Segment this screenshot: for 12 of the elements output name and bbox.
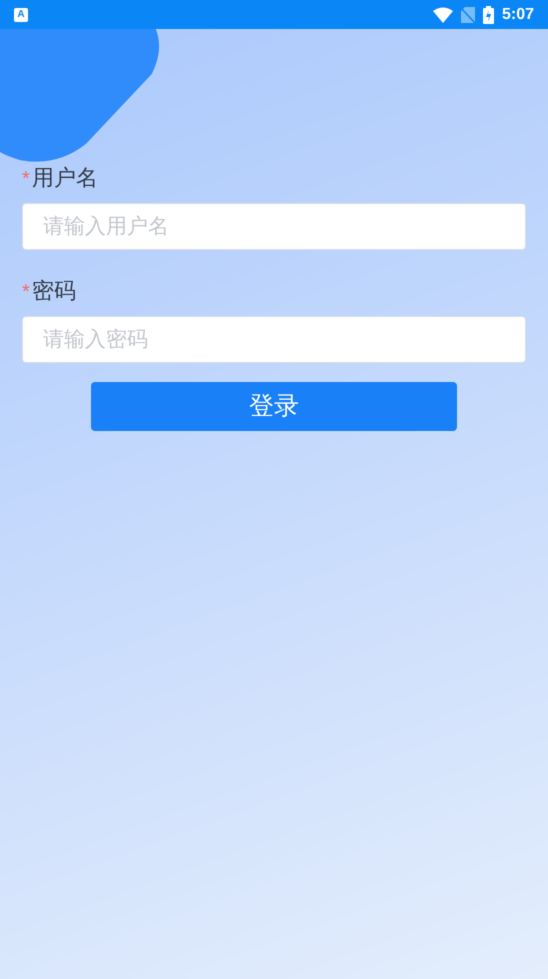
required-asterisk: * [22, 282, 30, 302]
input-field[interactable]: 请输入用户名 [22, 203, 526, 250]
field-label: 用户名 [32, 164, 98, 192]
login-button[interactable]: 登录 [91, 382, 457, 431]
battery-charging-icon [482, 6, 494, 24]
field-label: 密码 [32, 276, 76, 304]
clock-time: 5:07 [502, 4, 534, 24]
notification-icon: A [14, 8, 28, 22]
input-field[interactable]: 请输入密码 [22, 316, 526, 363]
no-sim-icon [460, 6, 475, 22]
required-asterisk: * [22, 169, 30, 189]
wifi-icon [432, 6, 453, 22]
